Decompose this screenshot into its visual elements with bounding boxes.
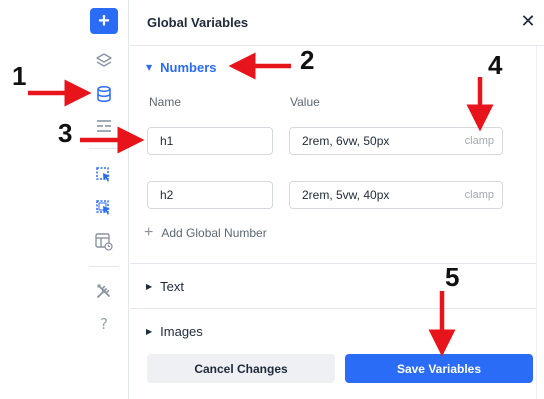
save-variables-button[interactable]: Save Variables (345, 354, 533, 383)
variable-value-field[interactable]: 2rem, 5vw, 40px clamp (289, 181, 503, 209)
chevron-right-icon: ▶ (146, 327, 153, 336)
help-icon[interactable]: ? (90, 311, 118, 337)
cursor-select-alt-icon[interactable] (90, 195, 118, 221)
plus-icon: + (144, 224, 154, 241)
plus-icon[interactable]: + (90, 8, 118, 34)
tools-icon[interactable] (90, 278, 118, 304)
variable-value-text: 2rem, 6vw, 50px (302, 134, 390, 148)
annotation-number: 5 (445, 262, 460, 292)
sidebar-divider (89, 266, 119, 267)
chevron-down-icon: ▼ (146, 63, 153, 72)
unit-selector[interactable]: clamp (465, 189, 494, 201)
database-icon[interactable] (90, 81, 118, 107)
variable-name-value: h1 (160, 134, 174, 148)
variable-name-field[interactable]: h1 (147, 127, 273, 155)
scrollbar[interactable] (536, 46, 544, 399)
images-section-toggle[interactable]: ▶ Images (146, 324, 203, 339)
name-column-label: Name (149, 95, 182, 109)
annotation-number: 2 (300, 45, 315, 75)
variable-value-field[interactable]: 2rem, 6vw, 50px clamp (289, 127, 503, 155)
chevron-right-icon: ▶ (146, 282, 153, 291)
images-section-label: Images (160, 324, 203, 339)
section-divider (130, 263, 536, 264)
close-icon[interactable]: ✕ (518, 12, 538, 32)
add-global-number-label: Add Global Number (161, 226, 267, 240)
variable-name-value: h2 (160, 188, 174, 202)
variable-name-field[interactable]: h2 (147, 181, 273, 209)
value-column-label: Value (290, 95, 320, 109)
text-section-toggle[interactable]: ▶ Text (146, 279, 184, 294)
variable-value-text: 2rem, 5vw, 40px (302, 188, 390, 202)
panel-header: Global Variables ✕ (130, 0, 544, 46)
global-variables-panel: Global Variables ✕ ▼ Numbers Name Value … (130, 0, 544, 399)
template-icon[interactable] (90, 113, 118, 139)
annotation-number: 1 (12, 61, 27, 91)
add-global-number-button[interactable]: + Add Global Number (144, 225, 267, 241)
cursor-select-icon[interactable] (90, 162, 118, 188)
unit-selector[interactable]: clamp (465, 135, 494, 147)
annotation-number: 4 (488, 50, 503, 80)
annotation-number: 3 (58, 118, 73, 148)
numbers-section-label: Numbers (160, 60, 217, 75)
layers-icon[interactable] (90, 48, 118, 74)
numbers-section-toggle[interactable]: ▼ Numbers (146, 60, 217, 75)
cancel-changes-button[interactable]: Cancel Changes (147, 354, 335, 383)
panel-title: Global Variables (147, 15, 249, 30)
section-divider (130, 308, 536, 309)
page-settings-icon[interactable] (90, 229, 118, 255)
sidebar-divider (89, 148, 119, 149)
sidebar: + ? (81, 0, 129, 399)
text-section-label: Text (160, 279, 184, 294)
